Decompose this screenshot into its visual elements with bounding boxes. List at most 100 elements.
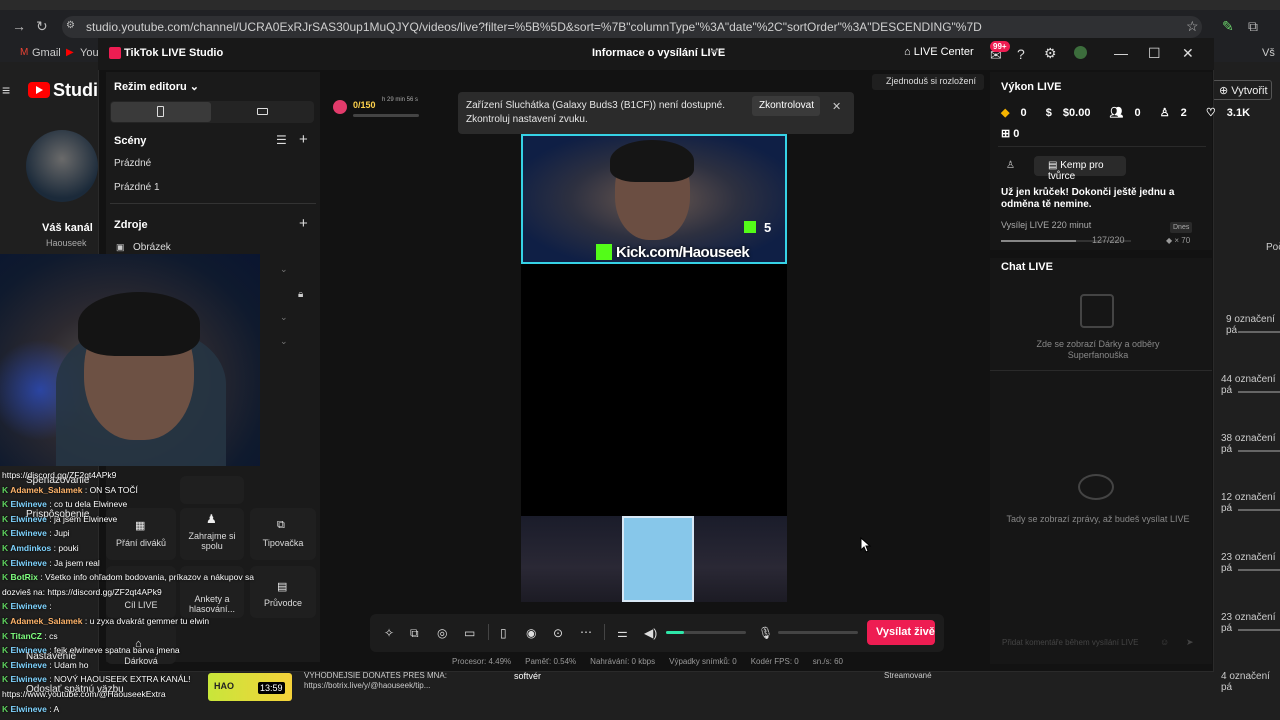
chat-message: https://discord.gg/ZF2qt4APk9 xyxy=(2,470,116,480)
speaker-icon[interactable]: ◀) xyxy=(644,626,657,640)
add-source-icon[interactable]: ⧉ xyxy=(410,626,419,641)
live-center-button[interactable]: ⌂ LIVE Center xyxy=(904,46,974,58)
extensions-puzzle-icon[interactable]: ⧉ xyxy=(1248,18,1258,35)
browser-tabstrip xyxy=(0,0,1280,10)
chat-text: : pouki xyxy=(51,543,79,553)
new-follower-icon: ♙ xyxy=(1159,107,1170,119)
chat-message: K Elwineve : Jupi xyxy=(2,528,70,538)
scene-item[interactable]: Prázdné xyxy=(114,158,151,169)
video-description: VYHODNEJSIE DONATES PRES MNA: https://bo… xyxy=(304,671,447,691)
yt-tag-label: 4 označení pá xyxy=(1221,671,1270,693)
menu-icon[interactable]: ≡ xyxy=(2,82,10,98)
maximize-icon[interactable]: ☐ xyxy=(1148,45,1161,62)
app-title: TikTok LIVE Studio xyxy=(124,47,224,59)
list-icon[interactable]: ☰ xyxy=(276,133,287,147)
add-source-icon[interactable]: + xyxy=(299,215,308,232)
preview-person-hair xyxy=(610,140,694,182)
video-title[interactable]: VYHODNEJSIE DONATES PRES MNA: xyxy=(304,671,447,681)
gift-box-icon: ⊞ xyxy=(1001,128,1011,140)
viewers-count: 0 xyxy=(1134,107,1141,119)
chat-message: https://www.youtube.com/@HaouseekExtra xyxy=(2,689,166,699)
audio-mixer-icon[interactable]: ⚌ xyxy=(617,626,628,640)
chevron-down-icon: ⌄ xyxy=(189,81,200,93)
chat-username: Elwineve xyxy=(10,557,47,568)
mic-volume-slider[interactable] xyxy=(778,631,858,634)
bookmark-gmail[interactable]: Gmail xyxy=(32,47,61,59)
yt-tag-bar xyxy=(1238,569,1280,571)
bookmark-more[interactable]: Vš xyxy=(1262,47,1275,59)
kick-url-overlay: Kick.com/Haouseek xyxy=(596,244,750,261)
chat-message: K Amdinkos : pouki xyxy=(2,543,79,553)
bookmark-youtube[interactable]: You xyxy=(80,47,99,59)
add-scene-icon[interactable]: + xyxy=(299,131,308,148)
divider xyxy=(604,624,605,640)
performance-stats: Procesor: 4.49% Paměť: 0.54% Nahrávání: 0 … xyxy=(452,657,857,666)
kick-badge-icon: K xyxy=(2,703,11,714)
creator-camp-button[interactable]: ▤ Kemp pro tvůrce xyxy=(1034,156,1126,182)
go-live-button[interactable]: Vysílat živě xyxy=(867,620,935,645)
landscape-mode-button[interactable] xyxy=(257,108,268,115)
divider xyxy=(990,370,1212,371)
address-bar[interactable]: studio.youtube.com/channel/UCRA0ExRJrSAS… xyxy=(62,16,1202,38)
extension-icon[interactable]: ✎ xyxy=(1222,18,1234,35)
live-info-title[interactable]: Informace o vysílání LIVE xyxy=(592,47,725,59)
viewers-stat: 👥︎ 0 xyxy=(1110,107,1149,119)
settings-gear-icon[interactable]: ⚙ xyxy=(1044,45,1057,62)
forward-icon[interactable]: → xyxy=(12,18,26,34)
chevron-down-icon[interactable]: ⌄ xyxy=(280,312,288,323)
live-performance-stats: ◆ 0 $ $0.00 👥︎ 0 ♙ 2 ♡ 3.1K xyxy=(1001,106,1266,119)
chat-text: : Udam ho xyxy=(46,659,89,670)
yt-tag-bar xyxy=(1238,391,1280,393)
chevron-down-icon[interactable]: ⌄ xyxy=(280,264,288,275)
yt-studio-logo[interactable]: Studio xyxy=(28,80,109,101)
profile-avatar[interactable] xyxy=(1074,46,1087,59)
toast-close-icon[interactable]: ✕ xyxy=(832,100,841,113)
emoji-icon[interactable]: ☺ xyxy=(1160,637,1169,647)
phone-icon[interactable]: ▯ xyxy=(500,626,507,640)
chat-message: K Elwineve : xyxy=(2,601,52,611)
yt-tag-bar xyxy=(1238,509,1280,511)
close-icon[interactable]: ✕ xyxy=(1182,45,1194,62)
send-icon[interactable]: ➤ xyxy=(1186,637,1194,648)
chat-text: : Jupi xyxy=(46,528,70,539)
chevron-down-icon[interactable]: ⌄ xyxy=(280,336,288,347)
minimize-icon[interactable]: — xyxy=(1114,45,1128,61)
layout-icon[interactable]: ▭ xyxy=(464,626,475,640)
channel-avatar[interactable] xyxy=(26,130,98,202)
bookmark-star-icon[interactable]: ☆ xyxy=(1186,18,1199,35)
stat-fps: sn./s: 60 xyxy=(812,657,843,666)
youtube-logo-icon xyxy=(28,82,50,98)
video-category: softvér xyxy=(514,671,542,681)
share-icon[interactable]: ➦ xyxy=(710,46,718,57)
help-icon[interactable]: ? xyxy=(1017,46,1025,62)
record-icon[interactable]: ◉ xyxy=(526,626,536,640)
chat-username: Elwineve xyxy=(10,513,47,524)
comment-input[interactable]: Přidat komentáře během vysílání LIVE xyxy=(1002,638,1139,647)
more-icon[interactable]: ⋯ xyxy=(580,625,592,639)
create-icon: ⊕ xyxy=(1219,85,1232,97)
magic-wand-icon[interactable]: ✧ xyxy=(384,626,394,640)
site-info-icon[interactable]: ⚙ xyxy=(66,20,75,31)
scene-item[interactable]: Prázdné 1 xyxy=(114,182,160,193)
replay-icon[interactable]: ⊙ xyxy=(553,626,563,640)
chat-text: : ON SA TOČÍ xyxy=(82,484,138,495)
reload-icon[interactable]: ↻ xyxy=(36,18,48,35)
creator-person-icon[interactable]: ♙ xyxy=(1006,160,1015,171)
source-item[interactable]: Obrázek xyxy=(133,242,171,253)
kick-badge-icon: K xyxy=(2,484,11,495)
lock-icon[interactable]: 🔒︎ xyxy=(298,289,303,300)
chat-text: : u zyxa dvakrát gemmer tu elwin xyxy=(82,616,210,626)
microphone-icon[interactable]: 🎙︎ xyxy=(758,626,773,640)
kick-count-text: 5 xyxy=(764,220,772,235)
chat-message: K Elwineve : ja jsem Elwineve xyxy=(2,514,117,524)
yt-tag-bar xyxy=(1238,331,1280,333)
gift-goal-time: h 29 min 56 s xyxy=(382,97,419,103)
tiktok-logo-icon xyxy=(109,47,121,59)
chat-text: : cs xyxy=(41,630,58,641)
check-settings-button[interactable]: Zkontrolovat xyxy=(752,96,820,116)
simplify-layout-button[interactable]: Zjednoduš si rozložení xyxy=(872,74,984,90)
create-button[interactable]: ⊕ Vytvořit xyxy=(1212,80,1272,100)
chat-message: K TitanCZ : cs xyxy=(2,631,58,641)
effects-icon[interactable]: ◎ xyxy=(437,626,447,640)
editor-mode-dropdown[interactable]: Režim editoru ⌄ xyxy=(114,80,199,93)
